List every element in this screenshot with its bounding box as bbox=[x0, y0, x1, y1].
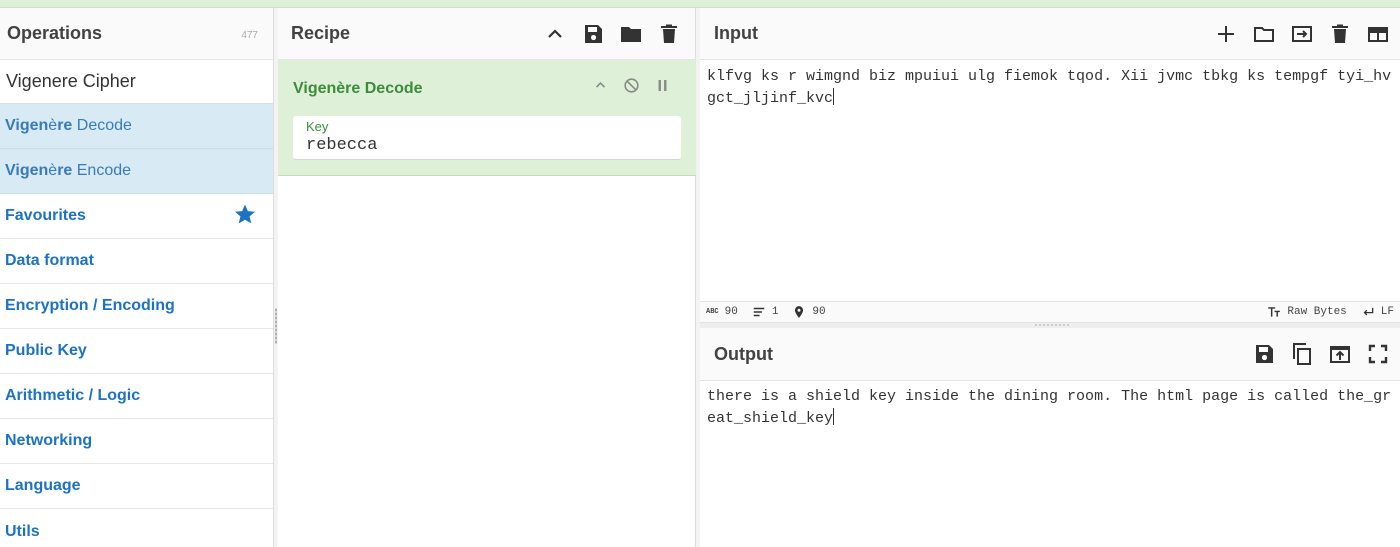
length-stat: ABC 90 bbox=[706, 306, 738, 318]
save-icon[interactable] bbox=[581, 22, 605, 46]
key-value[interactable]: rebecca bbox=[306, 136, 377, 155]
folder-icon[interactable] bbox=[619, 22, 643, 46]
category-public-key[interactable]: Public Key bbox=[0, 329, 273, 374]
output-text: there is a shield key inside the dining … bbox=[707, 388, 1392, 427]
lines-icon bbox=[752, 305, 766, 319]
open-folder-icon[interactable] bbox=[1252, 22, 1276, 46]
key-field[interactable]: Key rebecca bbox=[293, 116, 681, 160]
eol-value: LF bbox=[1380, 306, 1394, 318]
eol-selector[interactable]: LF bbox=[1361, 305, 1394, 319]
result-match: re bbox=[57, 117, 73, 134]
star-icon bbox=[233, 202, 257, 231]
io-panel: Input klfvg ks r wimgnd biz mpuiui ulg f… bbox=[700, 8, 1400, 547]
search-wrap bbox=[0, 60, 273, 104]
return-icon bbox=[1361, 305, 1375, 319]
save-icon[interactable] bbox=[1252, 342, 1276, 366]
fullscreen-icon[interactable] bbox=[1366, 342, 1390, 366]
category-label: Arithmetic / Logic bbox=[5, 387, 141, 404]
category-label: Networking bbox=[5, 432, 93, 449]
output-title: Output bbox=[714, 343, 773, 364]
category-favourites[interactable]: Favourites bbox=[0, 194, 273, 239]
op-result-vigenere-decode[interactable]: Vigen è re Decode bbox=[0, 104, 273, 149]
length-value: 90 bbox=[724, 306, 738, 318]
layout-icon[interactable] bbox=[1366, 22, 1390, 46]
operations-header: Operations 477 bbox=[0, 8, 273, 60]
result-accent: è bbox=[48, 162, 58, 179]
location-pin-icon bbox=[792, 305, 806, 319]
category-label: Data format bbox=[5, 252, 94, 269]
category-networking[interactable]: Networking bbox=[0, 419, 273, 464]
text-size-icon bbox=[1267, 305, 1281, 319]
category-arithmetic-logic[interactable]: Arithmetic / Logic bbox=[0, 374, 273, 419]
category-label: Language bbox=[5, 477, 81, 494]
result-match: re bbox=[57, 162, 73, 179]
category-encryption-encoding[interactable]: Encryption / Encoding bbox=[0, 284, 273, 329]
plus-icon[interactable] bbox=[1214, 22, 1238, 46]
encoding-selector[interactable]: Raw Bytes bbox=[1267, 305, 1347, 319]
recipe-header: Recipe bbox=[278, 8, 695, 60]
pause-icon[interactable] bbox=[653, 76, 672, 95]
recipe-panel: Recipe Vigenère Decode Key rebecca bbox=[278, 8, 696, 547]
output-panel: Output there is a shield key inside the … bbox=[700, 328, 1400, 547]
operations-panel: Operations 477 Vigenère Decode Vigenère … bbox=[0, 8, 274, 547]
result-rest: Encode bbox=[72, 162, 132, 179]
category-label: Favourites bbox=[5, 207, 86, 224]
category-data-format[interactable]: Data format bbox=[0, 239, 273, 284]
input-text: klfvg ks r wimgnd biz mpuiui ulg fiemok … bbox=[707, 68, 1392, 107]
category-utils[interactable]: Utils bbox=[0, 509, 273, 547]
position-stat: 90 bbox=[792, 305, 826, 319]
category-label: Encryption / Encoding bbox=[5, 297, 175, 314]
text-caret bbox=[833, 408, 835, 425]
abc-icon: ABC bbox=[706, 308, 719, 316]
output-textarea[interactable]: there is a shield key inside the dining … bbox=[700, 381, 1400, 435]
op-result-vigenere-encode[interactable]: Vigen è re Encode bbox=[0, 149, 273, 194]
category-language[interactable]: Language bbox=[0, 464, 273, 509]
input-title: Input bbox=[714, 23, 758, 43]
top-bar bbox=[0, 0, 1400, 8]
output-header: Output bbox=[700, 328, 1400, 381]
category-label: Utils bbox=[5, 522, 40, 540]
lines-value: 1 bbox=[771, 306, 779, 318]
copy-icon[interactable] bbox=[1290, 342, 1314, 366]
chevron-up-icon[interactable] bbox=[591, 76, 610, 95]
replace-input-icon[interactable] bbox=[1328, 342, 1352, 366]
input-file-icon[interactable] bbox=[1290, 22, 1314, 46]
result-match: Vigen bbox=[5, 117, 49, 134]
trash-icon[interactable] bbox=[657, 22, 681, 46]
chevron-up-icon[interactable] bbox=[543, 22, 567, 46]
trash-icon[interactable] bbox=[1328, 22, 1352, 46]
position-value: 90 bbox=[812, 306, 826, 318]
result-match: Vigen bbox=[5, 162, 49, 179]
operations-title: Operations bbox=[7, 23, 103, 43]
input-status-bar: ABC 90 1 90 Raw Bytes LF bbox=[700, 301, 1400, 323]
category-label: Public Key bbox=[5, 342, 87, 359]
key-label: Key bbox=[306, 119, 329, 134]
search-input[interactable] bbox=[0, 60, 273, 103]
disable-icon[interactable] bbox=[622, 76, 641, 95]
encoding-value: Raw Bytes bbox=[1287, 306, 1347, 318]
recipe-title: Recipe bbox=[291, 23, 351, 43]
input-textarea[interactable]: klfvg ks r wimgnd biz mpuiui ulg fiemok … bbox=[700, 61, 1400, 301]
operations-count: 477 bbox=[241, 30, 258, 41]
recipe-operation-card[interactable]: Vigenère Decode Key rebecca bbox=[278, 60, 696, 176]
text-caret bbox=[833, 88, 835, 105]
result-accent: è bbox=[48, 117, 58, 134]
input-header: Input bbox=[700, 8, 1400, 60]
operation-name: Vigenère Decode bbox=[293, 80, 423, 97]
lines-stat: 1 bbox=[752, 305, 779, 319]
result-rest: Decode bbox=[72, 117, 132, 134]
